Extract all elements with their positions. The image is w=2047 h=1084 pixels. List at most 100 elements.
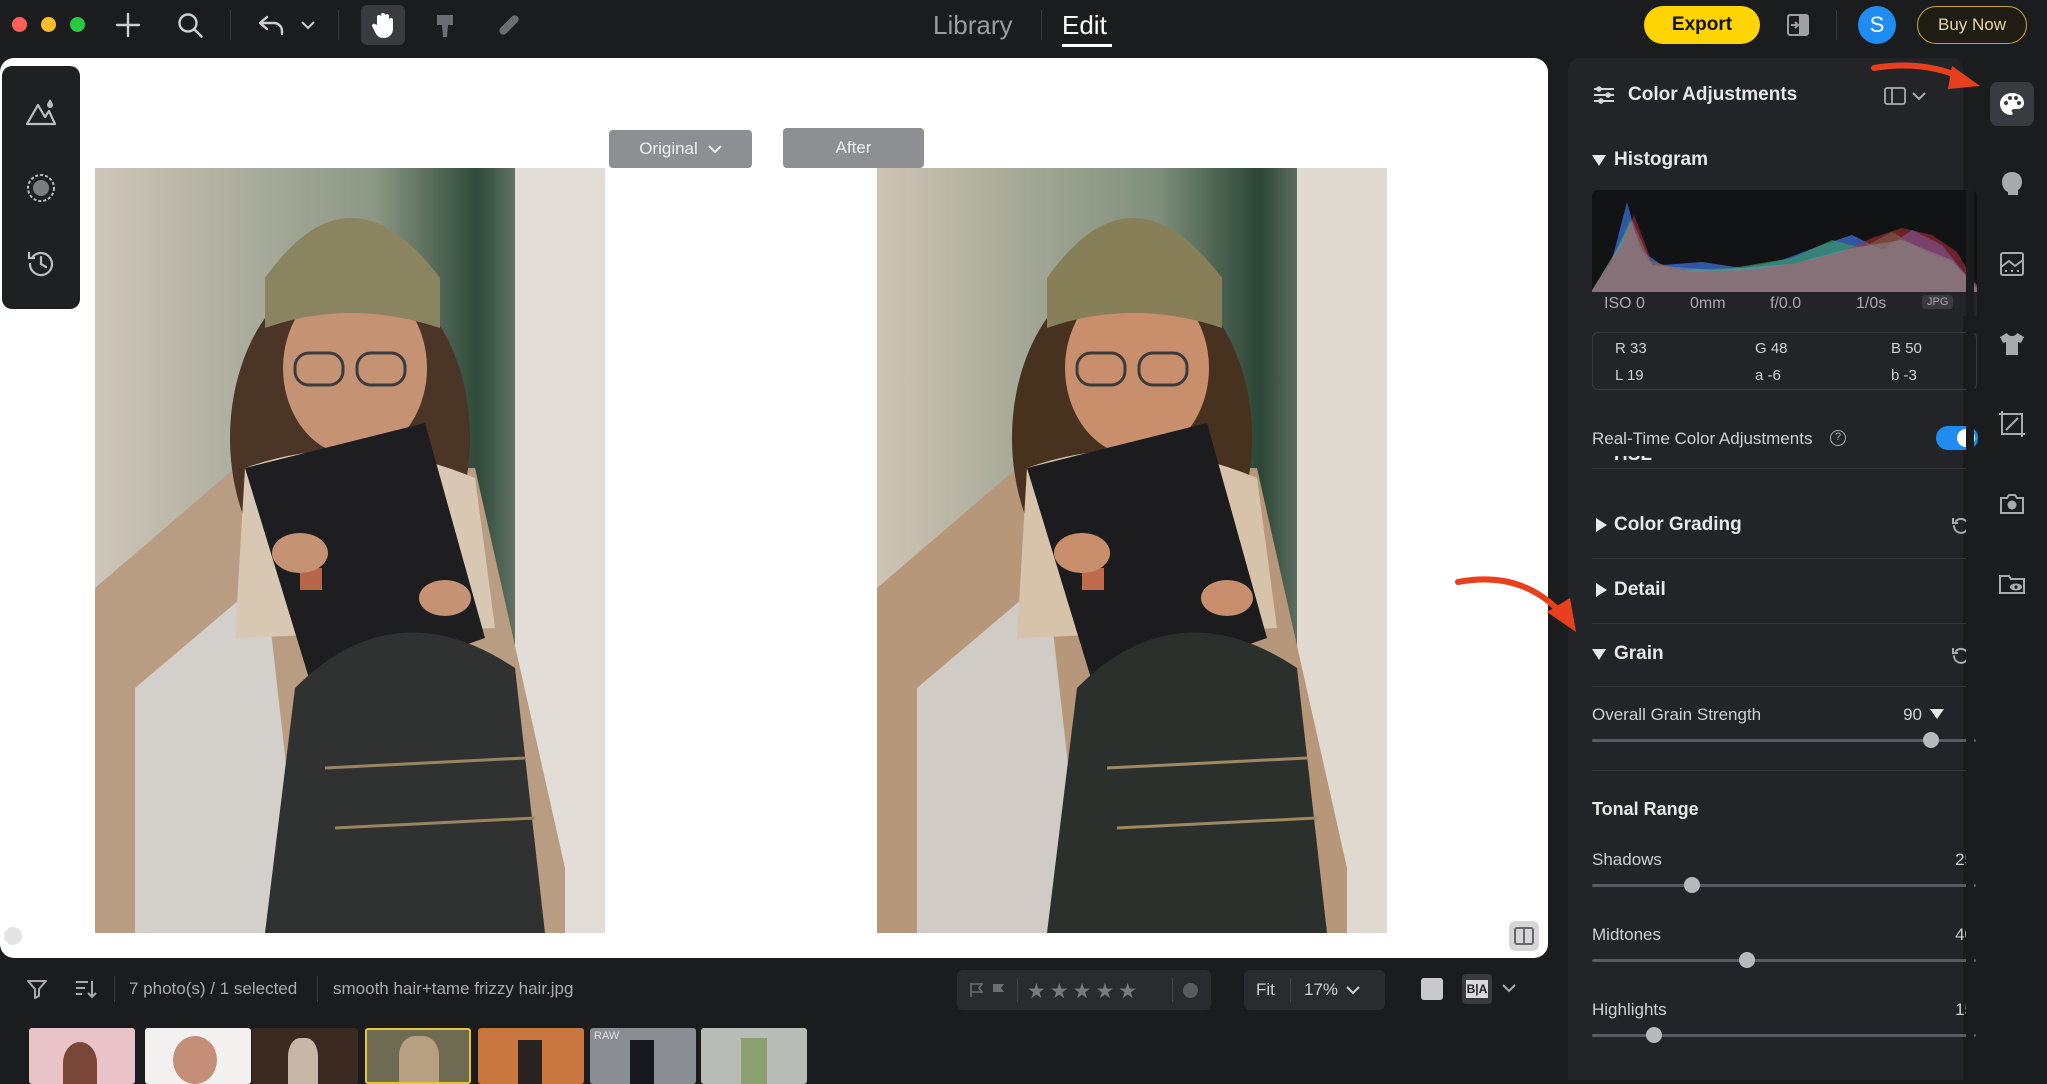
split-view-icon[interactable] xyxy=(1509,921,1539,951)
readout-r: R 33 xyxy=(1615,340,1647,357)
zoom-level: 17% xyxy=(1304,980,1339,999)
close-window-button[interactable] xyxy=(12,17,27,32)
portrait-icon[interactable] xyxy=(1990,162,2034,206)
zoom-level-dropdown[interactable]: 17% xyxy=(1304,980,1360,1000)
color-label-icon[interactable] xyxy=(1183,983,1198,998)
after-button[interactable]: After xyxy=(783,128,924,168)
realtime-label: Real-Time Color Adjustments xyxy=(1592,429,1813,448)
filmstrip-thumbnail[interactable] xyxy=(701,1028,807,1084)
filmstrip-thumbnail[interactable] xyxy=(145,1028,251,1084)
image-canvas[interactable]: Original After xyxy=(0,58,1548,958)
fit-button[interactable]: Fit xyxy=(1256,980,1275,1000)
exit-panel-icon[interactable] xyxy=(1781,8,1815,42)
shadows-slider-knob[interactable] xyxy=(1684,877,1700,893)
pick-flag-icon[interactable] xyxy=(991,982,1007,998)
highlights-slider-knob[interactable] xyxy=(1646,1027,1662,1043)
triangle-down-icon[interactable] xyxy=(1592,155,1606,167)
star-rating[interactable]: ★★★★★ xyxy=(1027,979,1141,1003)
panel-scrollbar[interactable] xyxy=(1966,58,1974,1080)
midtones-label: Midtones xyxy=(1592,925,1661,944)
folder-eye-icon[interactable] xyxy=(1990,562,2034,606)
readout-g: G 48 xyxy=(1755,340,1788,357)
hsl-label: HSL xyxy=(1614,456,1652,464)
before-after-view-icon[interactable]: B|A xyxy=(1462,974,1492,1004)
filmstrip-thumbnail[interactable] xyxy=(478,1028,584,1084)
chevron-down-icon xyxy=(1346,985,1360,994)
original-label: Original xyxy=(639,139,698,158)
triangle-down-icon[interactable] xyxy=(1592,649,1606,661)
camera-icon[interactable] xyxy=(1990,482,2034,526)
buy-now-button[interactable]: Buy Now xyxy=(1917,6,2027,44)
tshirt-icon[interactable] xyxy=(1990,322,2034,366)
triangle-down-icon[interactable] xyxy=(1930,709,1944,720)
triangle-right-icon[interactable] xyxy=(1596,518,1607,532)
after-photo xyxy=(877,168,1387,933)
mountain-drop-icon[interactable] xyxy=(21,92,61,132)
after-label: After xyxy=(835,138,872,157)
overall-grain-slider-knob[interactable] xyxy=(1923,732,1939,748)
minimize-window-button[interactable] xyxy=(41,17,56,32)
texture-circle-icon[interactable] xyxy=(21,168,61,208)
filter-icon[interactable] xyxy=(26,978,48,1000)
hand-tool-icon[interactable] xyxy=(361,5,405,45)
zoom-control: Fit 17% xyxy=(1244,970,1385,1010)
avatar[interactable]: S xyxy=(1858,6,1896,44)
single-view-icon[interactable] xyxy=(1421,978,1443,1000)
help-icon[interactable] xyxy=(4,927,22,945)
chevron-down-icon[interactable] xyxy=(1502,984,1516,993)
chevron-down-icon[interactable] xyxy=(296,8,320,42)
brush-icon[interactable] xyxy=(428,8,462,42)
original-dropdown[interactable]: Original xyxy=(609,130,752,168)
filmstrip-thumbnail[interactable] xyxy=(29,1028,135,1084)
info-icon[interactable]: ? xyxy=(1830,430,1846,446)
left-tool-panel xyxy=(2,66,80,309)
readout-b: B 50 xyxy=(1891,340,1922,357)
overall-grain-value[interactable]: 90 xyxy=(1898,705,1922,725)
grain-title[interactable]: Grain xyxy=(1614,643,1664,665)
tab-edit-underline xyxy=(1062,44,1112,47)
search-icon[interactable] xyxy=(173,8,207,42)
shadows-slider[interactable] xyxy=(1592,884,1976,887)
histogram xyxy=(1592,190,1977,292)
exif-iso: ISO 0 xyxy=(1604,295,1645,312)
annotation-arrow-mid xyxy=(1455,576,1576,632)
tab-library[interactable]: Library xyxy=(933,10,1012,41)
history-icon[interactable] xyxy=(21,244,61,284)
sort-icon[interactable] xyxy=(74,978,98,1000)
shadows-label: Shadows xyxy=(1592,850,1662,869)
bandage-icon[interactable] xyxy=(492,8,526,42)
photo-count: 7 photo(s) / 1 selected xyxy=(129,979,298,998)
overall-grain-slider[interactable] xyxy=(1592,739,1976,742)
add-icon[interactable] xyxy=(111,8,145,42)
adjustments-panel-body: Color Adjustments Histogram ISO 0 0mm f/… xyxy=(1568,58,1979,1080)
annotation-arrow-top xyxy=(1871,62,1980,89)
file-name: smooth hair+tame frizzy hair.jpg xyxy=(333,979,574,998)
adjustments-panel: Color Adjustments Histogram ISO 0 0mm f/… xyxy=(1548,58,1979,1080)
triangle-right-icon[interactable] xyxy=(1596,583,1607,597)
before-photo xyxy=(95,168,605,933)
histogram-title[interactable]: Histogram xyxy=(1614,149,1708,171)
undo-icon[interactable] xyxy=(255,8,289,42)
highlights-label: Highlights xyxy=(1592,1000,1667,1019)
overall-grain-label: Overall Grain Strength xyxy=(1592,705,1762,724)
midtones-slider[interactable] xyxy=(1592,959,1976,962)
pattern-icon[interactable] xyxy=(1990,242,2034,286)
readout-b-lab: b -3 xyxy=(1891,367,1917,384)
reject-flag-icon[interactable] xyxy=(969,982,985,998)
color-readout: R 33 G 48 B 50 L 19 a -6 b -3 ⋮ xyxy=(1592,332,1979,390)
tab-edit[interactable]: Edit xyxy=(1062,10,1107,41)
sliders-icon xyxy=(1592,85,1616,105)
module-icon-rail xyxy=(1978,58,2047,1080)
zoom-window-button[interactable] xyxy=(70,17,85,32)
filmstrip-bar: 7 photo(s) / 1 selected smooth hair+tame… xyxy=(0,960,1548,1084)
midtones-slider-knob[interactable] xyxy=(1739,952,1755,968)
filmstrip-thumbnail[interactable] xyxy=(252,1028,358,1084)
color-grading-title[interactable]: Color Grading xyxy=(1614,514,1742,536)
filmstrip-thumbnail-selected[interactable] xyxy=(365,1028,471,1084)
raw-badge: RAW xyxy=(594,1030,620,1042)
hsl-section[interactable]: HSL xyxy=(1592,456,1974,464)
detail-title[interactable]: Detail xyxy=(1614,579,1666,601)
export-button[interactable]: Export xyxy=(1644,6,1760,44)
palette-icon[interactable] xyxy=(1990,82,2034,126)
crop-icon[interactable] xyxy=(1990,402,2034,446)
